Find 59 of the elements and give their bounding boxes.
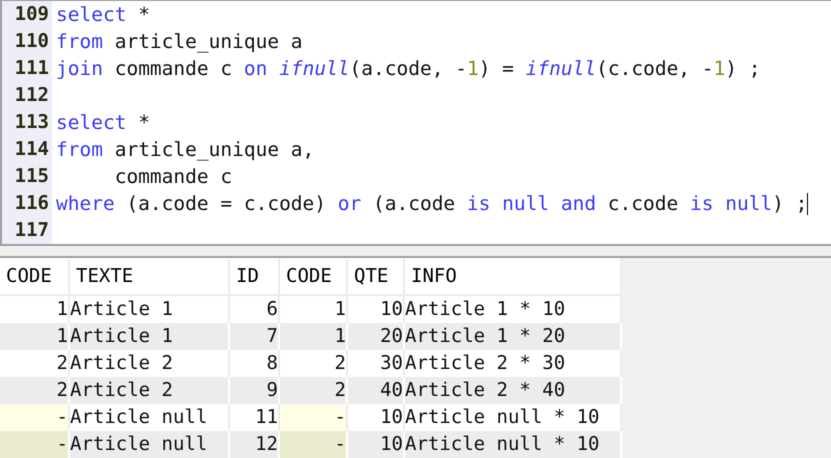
table-cell: 30	[348, 350, 405, 377]
table-cell: Article 2 * 40	[405, 377, 622, 404]
table-cell: 12	[230, 431, 280, 458]
line-number: 111	[14, 56, 50, 81]
table-cell: Article 2	[70, 350, 230, 377]
code-line: commande c	[114, 164, 232, 190]
table-cell: Article 1	[70, 296, 230, 323]
column-header[interactable]: ID	[230, 258, 280, 296]
line-number: 114	[14, 137, 50, 162]
table-cell: 1	[0, 296, 70, 323]
table-cell: 7	[230, 323, 280, 350]
table-cell: 6	[230, 296, 280, 323]
code-line: from article_unique a,	[56, 137, 314, 163]
table-cell: Article null * 10	[405, 404, 622, 431]
table-cell: 9	[230, 377, 280, 404]
table-cell: Article 1 * 20	[405, 323, 622, 350]
table-cell: 2	[0, 350, 70, 377]
table-cell: Article null	[70, 431, 230, 458]
table-cell: -	[280, 404, 348, 431]
line-number: 113	[14, 110, 50, 135]
table-cell: -	[0, 431, 70, 458]
table-cell: 10	[348, 431, 405, 458]
table-cell: 1	[0, 323, 70, 350]
table-cell: Article null	[70, 404, 230, 431]
line-number: 109	[14, 2, 50, 27]
table-cell: 8	[230, 350, 280, 377]
line-number: 115	[14, 164, 50, 189]
table-cell: 1	[280, 323, 348, 350]
table-cell: 2	[280, 377, 348, 404]
table-cell: 11	[230, 404, 280, 431]
table-cell: 2	[0, 377, 70, 404]
table-cell: Article 2	[70, 377, 230, 404]
table-cell: Article 1	[70, 323, 230, 350]
table-cell: Article 1 * 10	[405, 296, 622, 323]
code-line: join commande c on ifnull(a.code, -1) = ifnull(c.code, -1) ;	[56, 56, 761, 82]
code-line: from article_unique a	[56, 29, 303, 55]
column-header[interactable]: TEXTE	[70, 258, 230, 296]
code-line: select *	[56, 110, 150, 136]
column-header[interactable]: INFO	[405, 258, 622, 296]
line-number: 112	[14, 83, 50, 108]
table-cell: -	[280, 431, 348, 458]
table-cell: 1	[280, 296, 348, 323]
table-cell: 10	[348, 404, 405, 431]
table-cell: -	[0, 404, 70, 431]
code-editor[interactable]	[0, 0, 831, 246]
column-header[interactable]: QTE	[348, 258, 405, 296]
table-cell: 2	[280, 350, 348, 377]
column-header[interactable]: CODE	[280, 258, 348, 296]
line-number: 110	[14, 29, 50, 54]
column-header[interactable]: CODE	[0, 258, 70, 296]
table-cell: 10	[348, 296, 405, 323]
line-number: 117	[14, 218, 50, 243]
line-number: 116	[14, 191, 50, 216]
table-cell: 40	[348, 377, 405, 404]
code-line: select *	[56, 2, 150, 28]
code-line: where (a.code = c.code) or (a.code is null and c.code is null) ;	[56, 191, 808, 217]
table-cell: Article 2 * 30	[405, 350, 622, 377]
table-cell: 20	[348, 323, 405, 350]
table-cell: Article null * 10	[405, 431, 622, 458]
